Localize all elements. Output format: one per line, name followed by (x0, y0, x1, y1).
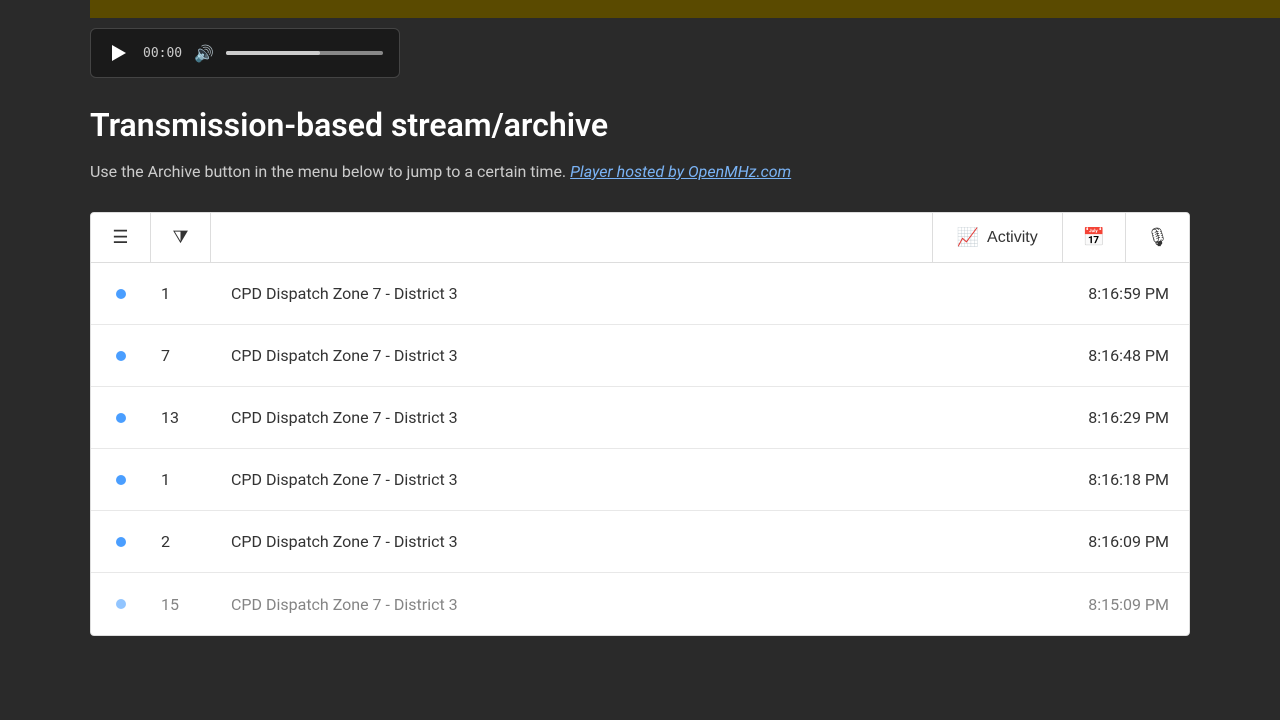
top-bar (90, 0, 1280, 18)
row-name: CPD Dispatch Zone 7 - District 3 (211, 595, 1029, 614)
activity-button[interactable]: 📈 Activity (933, 213, 1063, 262)
mic-button[interactable]: 🎙 (1126, 213, 1189, 262)
section-description: Use the Archive button in the menu below… (90, 160, 1190, 184)
calendar-button[interactable]: 📅 (1063, 213, 1126, 262)
row-indicator (91, 475, 151, 485)
play-icon (112, 45, 126, 61)
table-container: ☰ ⧩ 📈 Activity 📅 🎙 1 CPD Dispatch Zo (90, 212, 1190, 636)
audio-player: 00:00 🔊 (90, 28, 400, 78)
chart-icon: 📈 (957, 227, 979, 248)
status-dot (116, 599, 126, 609)
row-name: CPD Dispatch Zone 7 - District 3 (211, 346, 1029, 365)
row-number: 15 (151, 595, 211, 614)
status-dot (116, 289, 126, 299)
row-time: 8:15:09 PM (1029, 595, 1189, 614)
table-row[interactable]: 15 CPD Dispatch Zone 7 - District 3 8:15… (91, 573, 1189, 635)
play-button[interactable] (107, 41, 131, 65)
row-indicator (91, 537, 151, 547)
row-number: 1 (151, 284, 211, 303)
table-row[interactable]: 13 CPD Dispatch Zone 7 - District 3 8:16… (91, 387, 1189, 449)
status-dot (116, 475, 126, 485)
activity-label: Activity (987, 229, 1038, 247)
row-time: 8:16:59 PM (1029, 284, 1189, 303)
row-time: 8:16:09 PM (1029, 532, 1189, 551)
time-display: 00:00 (143, 46, 182, 61)
table-row[interactable]: 7 CPD Dispatch Zone 7 - District 3 8:16:… (91, 325, 1189, 387)
table-toolbar: ☰ ⧩ 📈 Activity 📅 🎙 (91, 213, 1189, 263)
status-dot (116, 351, 126, 361)
section-title: Transmission-based stream/archive (90, 106, 1190, 144)
row-indicator (91, 351, 151, 361)
row-time: 8:16:18 PM (1029, 470, 1189, 489)
progress-bar[interactable] (226, 51, 383, 55)
description-text: Use the Archive button in the menu below… (90, 162, 566, 181)
status-dot (116, 537, 126, 547)
toolbar-spacer (211, 213, 933, 262)
row-number: 7 (151, 346, 211, 365)
hamburger-icon: ☰ (112, 227, 128, 248)
table-row[interactable]: 2 CPD Dispatch Zone 7 - District 3 8:16:… (91, 511, 1189, 573)
row-name: CPD Dispatch Zone 7 - District 3 (211, 284, 1029, 303)
row-number: 1 (151, 470, 211, 489)
table-body: 1 CPD Dispatch Zone 7 - District 3 8:16:… (91, 263, 1189, 635)
row-number: 2 (151, 532, 211, 551)
table-row[interactable]: 1 CPD Dispatch Zone 7 - District 3 8:16:… (91, 449, 1189, 511)
row-time: 8:16:29 PM (1029, 408, 1189, 427)
row-indicator (91, 413, 151, 423)
progress-fill (226, 51, 320, 55)
row-name: CPD Dispatch Zone 7 - District 3 (211, 470, 1029, 489)
calendar-icon: 📅 (1083, 227, 1105, 248)
filter-icon: ⧩ (172, 227, 188, 248)
row-indicator (91, 599, 151, 609)
row-name: CPD Dispatch Zone 7 - District 3 (211, 532, 1029, 551)
mic-icon: 🎙 (1146, 227, 1169, 248)
volume-icon: 🔊 (194, 44, 214, 63)
row-indicator (91, 289, 151, 299)
row-name: CPD Dispatch Zone 7 - District 3 (211, 408, 1029, 427)
status-dot (116, 413, 126, 423)
openmhz-link[interactable]: Player hosted by OpenMHz.com (570, 162, 791, 181)
row-time: 8:16:48 PM (1029, 346, 1189, 365)
table-row[interactable]: 1 CPD Dispatch Zone 7 - District 3 8:16:… (91, 263, 1189, 325)
row-number: 13 (151, 408, 211, 427)
menu-button[interactable]: ☰ (91, 213, 151, 262)
filter-button[interactable]: ⧩ (151, 213, 211, 262)
